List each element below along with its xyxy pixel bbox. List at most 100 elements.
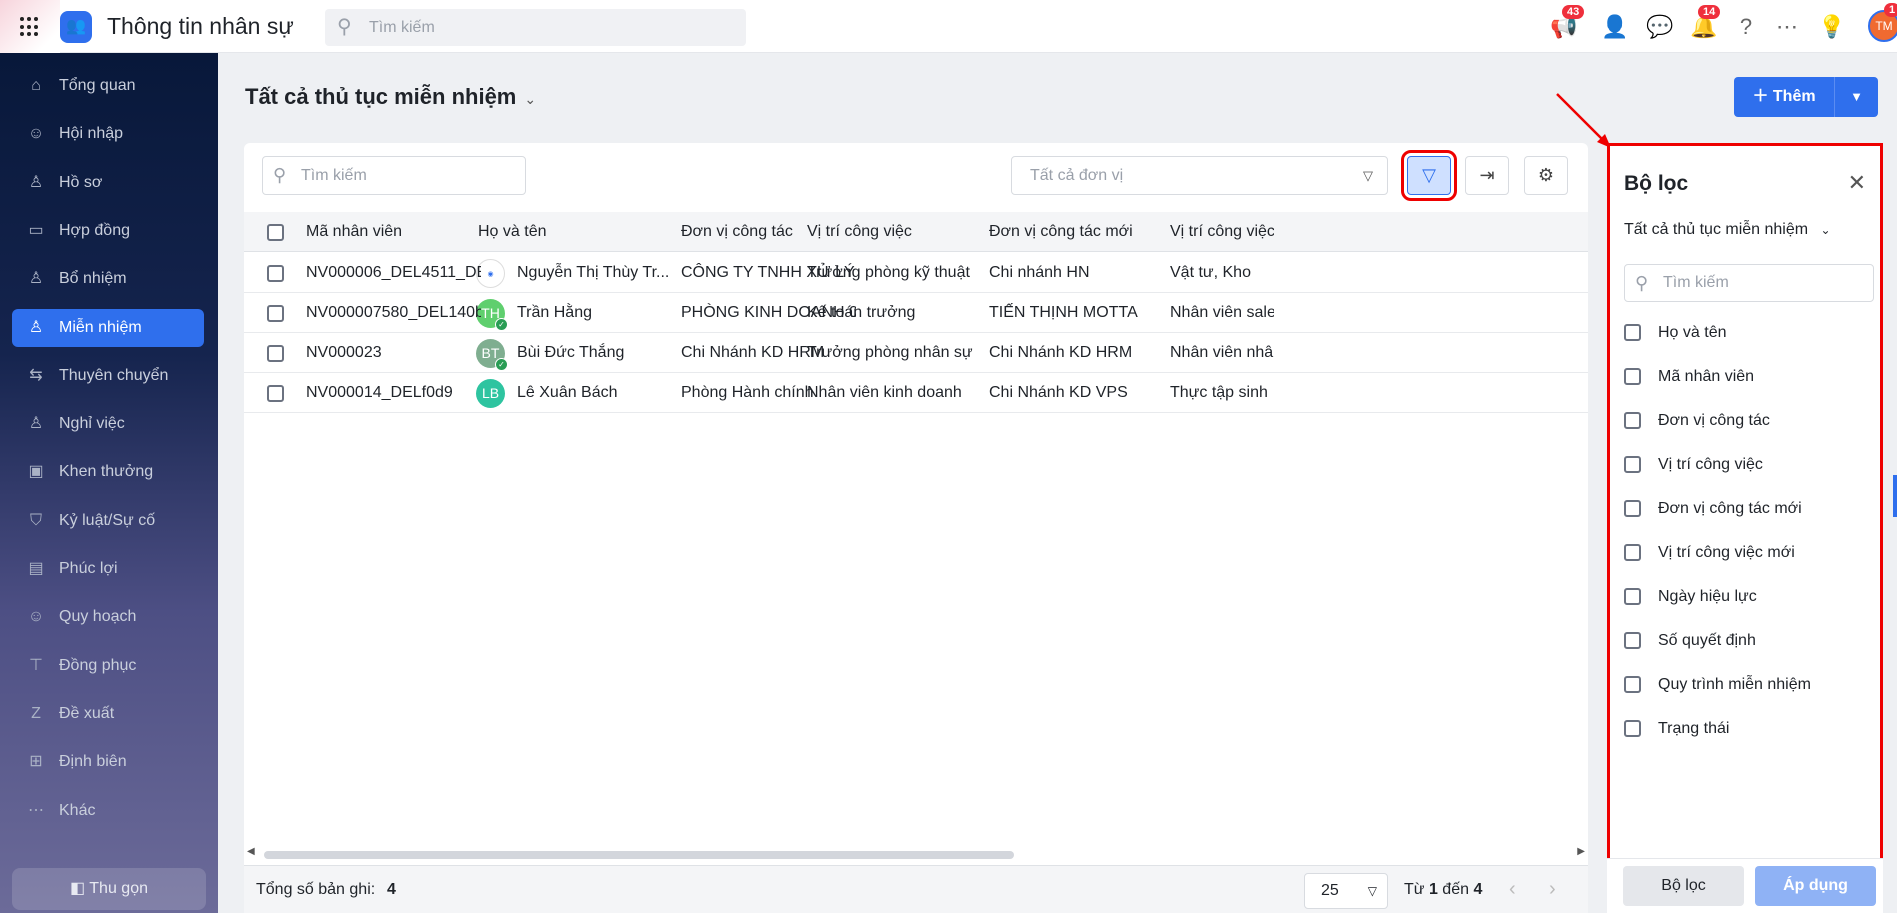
sidebar-item[interactable]: ▤ Phúc lợi [12, 550, 204, 588]
table-search-input[interactable]: ⚲ Tìm kiếm [262, 156, 526, 195]
page-title[interactable]: Tất cả thủ tục miễn nhiệm ⌄ [245, 84, 536, 110]
filter-field-option[interactable]: Quy trình miễn nhiệm [1624, 675, 1811, 699]
sidebar-item[interactable]: ▭ Hợp đồng [12, 212, 204, 250]
sidebar-item[interactable]: ⋯ Khác [12, 792, 204, 830]
filter-field-checkbox[interactable] [1624, 456, 1641, 473]
filter-field-checkbox[interactable] [1624, 720, 1641, 737]
sidebar-item[interactable]: ♙ Miễn nhiệm [12, 308, 204, 347]
column-header[interactable]: Họ và tên [478, 212, 653, 252]
filter-field-option[interactable]: Vị trí công việc mới [1624, 543, 1795, 567]
filter-field-option[interactable]: Vị trí công việc [1624, 455, 1763, 479]
table-row[interactable]: LB Lê Xuân Bách NV000014_DELf0d9 Phòng Hành… [244, 373, 1588, 413]
scrollbar-thumb[interactable] [264, 851, 1014, 859]
procedure-select[interactable]: Tất cả thủ tục miễn nhiệm ⌄ [1624, 221, 1831, 239]
filter-field-checkbox[interactable] [1624, 324, 1641, 341]
table-row[interactable]: TH ✓ Trần Hằng NV000007580_DEL140b PHÒNG KIN… [244, 293, 1588, 333]
filter-panel: Bộ lọc ✕ Tất cả thủ tục miễn nhiệm ⌄ ⚲ Tì… [1607, 143, 1883, 913]
sidebar-item[interactable]: Z Đề xuất [12, 695, 204, 733]
add-button[interactable]: ＋ Thêm [1734, 77, 1835, 117]
procedure-select-value: Tất cả thủ tục miễn nhiệm [1624, 221, 1809, 238]
settings-button[interactable]: ⚙ [1524, 156, 1568, 195]
sidebar-item[interactable]: ⌂ Tổng quan [12, 67, 204, 105]
app-logo-icon: 👥 [60, 11, 92, 43]
global-search-input[interactable]: ⚲ Tìm kiếm [325, 9, 746, 46]
apply-filter-button[interactable]: Áp dụng [1755, 866, 1876, 906]
filter-field-option[interactable]: Số quyết định [1624, 631, 1756, 655]
cell-new-unit: Chi Nhánh KD HRM [989, 344, 1133, 361]
column-header[interactable]: Đơn vị công tác mới [989, 212, 1164, 252]
help-icon[interactable]: ? [1732, 13, 1760, 41]
reset-filter-button[interactable]: Bộ lọc [1623, 866, 1744, 906]
filter-field-checkbox[interactable] [1624, 368, 1641, 385]
page-title-text: Tất cả thủ tục miễn nhiệm [245, 84, 517, 109]
prev-page-icon[interactable]: ‹ [1509, 878, 1516, 901]
user-icon: ♙ [28, 173, 44, 191]
more-icon[interactable]: ⋯ [1773, 13, 1801, 41]
close-icon[interactable]: ✕ [1848, 170, 1866, 196]
idea-book-icon[interactable]: 💡 [1818, 13, 1846, 41]
row-checkbox[interactable] [267, 385, 284, 402]
column-header[interactable]: Mã nhân viên [306, 212, 481, 252]
sidebar-item[interactable]: ☺ Quy hoạch [12, 598, 204, 636]
filter-field-option[interactable]: Trạng thái [1624, 719, 1729, 743]
filter-search-input[interactable]: ⚲ Tìm kiếm [1624, 264, 1874, 302]
sidebar-item[interactable]: ▣ Khen thưởng [12, 453, 204, 491]
cell-position: Nhân viên kinh doanh [807, 384, 962, 401]
notification-badge: 14 [1698, 5, 1721, 19]
filter-button[interactable]: ▽ [1401, 150, 1457, 201]
app-grid-icon[interactable] [20, 17, 40, 37]
column-header[interactable]: Vị trí công việc [807, 212, 982, 252]
employee-name[interactable]: Trần Hằng [517, 293, 677, 333]
add-dropdown-button[interactable]: ▼ [1835, 77, 1878, 117]
row-checkbox[interactable] [267, 265, 284, 282]
sidebar-item[interactable]: ⛉ Kỷ luật/Sự cố [12, 502, 204, 540]
employee-name[interactable]: Nguyễn Thị Thùy Tr... [517, 253, 677, 293]
user-plus-icon: ♙ [28, 270, 44, 288]
row-checkbox[interactable] [267, 305, 284, 322]
horizontal-scrollbar[interactable]: ◀ ▶ [244, 846, 1588, 862]
employee-name[interactable]: Lê Xuân Bách [517, 373, 677, 413]
filter-field-label: Đơn vị công tác mới [1658, 500, 1802, 517]
employee-name[interactable]: Bùi Đức Thắng [517, 333, 677, 373]
filter-field-checkbox[interactable] [1624, 676, 1641, 693]
filter-field-checkbox[interactable] [1624, 544, 1641, 561]
verified-icon: ✓ [495, 358, 508, 371]
sidebar-item[interactable]: ⊤ Đồng phục [12, 647, 204, 685]
filter-field-checkbox[interactable] [1624, 588, 1641, 605]
next-page-icon[interactable]: › [1549, 878, 1556, 901]
select-all-checkbox[interactable] [267, 224, 284, 241]
page-size-select[interactable]: 25 ▽ [1304, 873, 1388, 909]
collapse-sidebar-button[interactable]: ◧ Thu gọn [12, 868, 206, 910]
filter-field-option[interactable]: Đơn vị công tác [1624, 411, 1770, 435]
document-icon: ▭ [28, 221, 44, 239]
scroll-right-icon[interactable]: ▶ [1577, 846, 1585, 857]
sidebar-item[interactable]: ♙ Hồ sơ [12, 164, 204, 202]
search-icon: ⚲ [1635, 273, 1649, 293]
filter-field-checkbox[interactable] [1624, 412, 1641, 429]
sidebar-item-label: Miễn nhiệm [59, 318, 142, 336]
add-user-icon[interactable]: 👤 [1601, 13, 1629, 41]
filter-field-label: Số quyết định [1658, 632, 1756, 649]
total-label: Tổng số bản ghi: [256, 881, 376, 898]
chat-icon[interactable]: 💬 [1646, 13, 1674, 41]
side-tab-handle[interactable] [1893, 475, 1897, 517]
sidebar-item[interactable]: ♙ Nghỉ việc [12, 405, 204, 443]
filter-field-option[interactable]: Họ và tên [1624, 323, 1726, 347]
filter-field-checkbox[interactable] [1624, 632, 1641, 649]
table-row[interactable]: BT ✓ Bùi Đức Thắng NV000023 Chi Nhánh KD HRM… [244, 333, 1588, 373]
filter-field-option[interactable]: Mã nhân viên [1624, 367, 1754, 391]
table-row[interactable]: ◉ Nguyễn Thị Thùy Tr... NV000006_DEL4511_D… [244, 253, 1588, 293]
filter-field-option[interactable]: Ngày hiệu lực [1624, 587, 1757, 611]
sidebar-item-label: Phúc lợi [59, 560, 118, 577]
column-header[interactable]: Vị trí công việc mới [1170, 212, 1274, 252]
sidebar-item[interactable]: ♙ Bổ nhiệm [12, 260, 204, 298]
scroll-left-icon[interactable]: ◀ [247, 846, 255, 857]
row-checkbox[interactable] [267, 345, 284, 362]
filter-field-option[interactable]: Đơn vị công tác mới [1624, 499, 1802, 523]
sidebar-item[interactable]: ⇆ Thuyên chuyển [12, 357, 204, 395]
sidebar-item[interactable]: ⊞ Định biên [12, 743, 204, 781]
unit-select[interactable]: Tất cả đơn vị ▽ [1011, 156, 1388, 195]
export-button[interactable]: ⇥ [1465, 156, 1509, 195]
filter-field-checkbox[interactable] [1624, 500, 1641, 517]
sidebar-item[interactable]: ☺ Hội nhập [12, 115, 204, 153]
